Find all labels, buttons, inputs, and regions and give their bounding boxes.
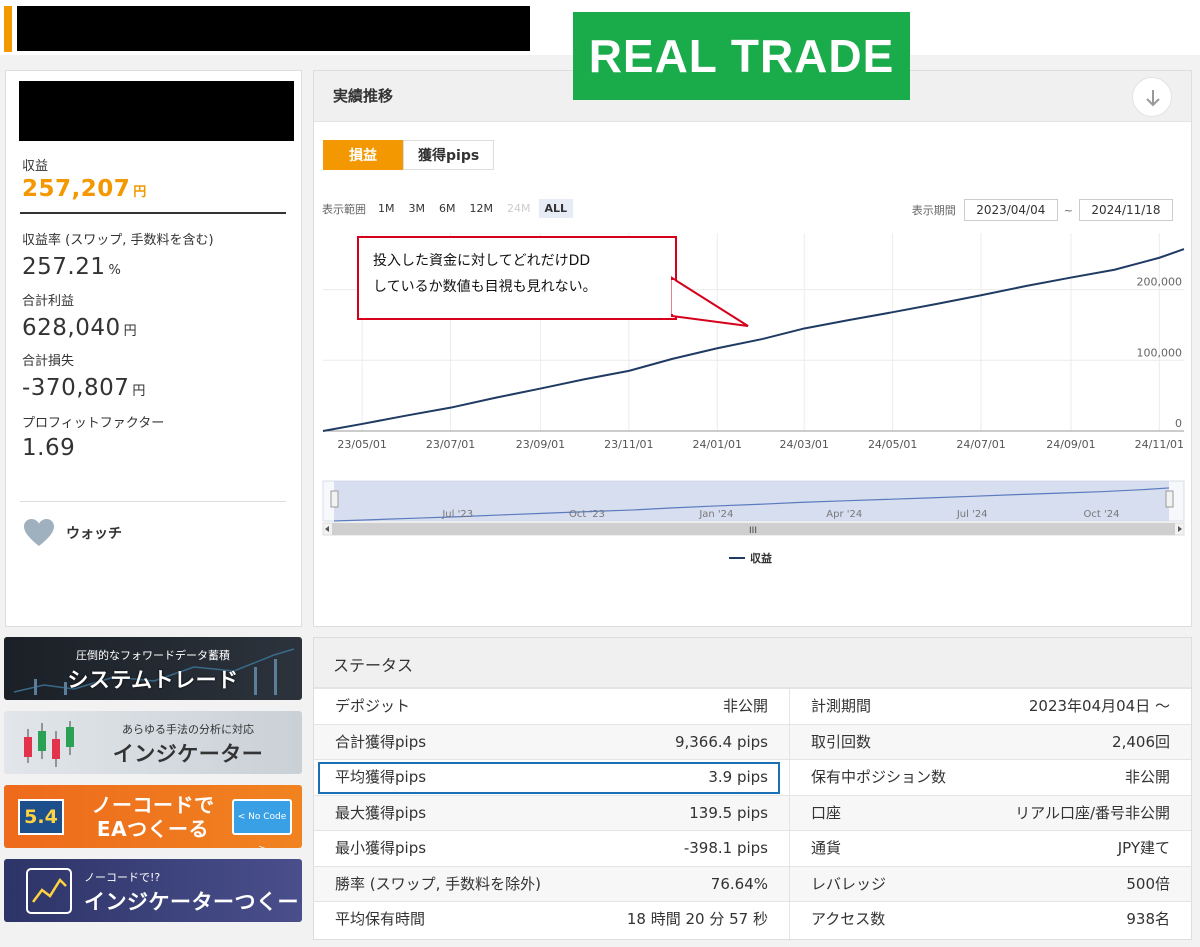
- x-tick-label: 23/11/01: [604, 438, 653, 451]
- highlight-box: [318, 762, 780, 794]
- banner-big-text: システムトレード: [67, 668, 239, 692]
- y-tick-label: 200,000: [1137, 276, 1183, 289]
- status-row: 最大獲得pips 139.5 pips 口座 リアル口座/番号非公開: [314, 794, 1191, 830]
- status-value: 2,406回: [1112, 732, 1170, 751]
- status-value: -398.1 pips: [683, 839, 768, 857]
- panel-title: ステータス: [333, 656, 414, 675]
- heart-icon: [24, 519, 54, 546]
- status-panel: ステータス デポジット 非公開 計測期間 2023年04月04日 ～合計獲得pips 9…: [313, 637, 1192, 941]
- navigator-label: Oct '23: [569, 509, 605, 520]
- y-tick-label: 100,000: [1137, 346, 1183, 359]
- stat-value-total-profit: 628,040 円: [22, 315, 138, 341]
- stat-label-total-loss: 合計損失: [22, 354, 75, 369]
- stat-value-profit-factor: 1.69: [22, 435, 76, 461]
- status-key: 最小獲得pips: [335, 839, 427, 857]
- banner-indicator-tsukuru[interactable]: ノーコードで!? インジケーターつくーる: [4, 859, 302, 922]
- x-tick-label: 23/05/01: [337, 438, 386, 451]
- navigator-label: Apr '24: [826, 509, 862, 520]
- status-row: 最小獲得pips -398.1 pips 通貨 JPY建て: [314, 830, 1191, 865]
- status-key: 保有中ポジション数: [811, 768, 947, 786]
- status-key: 口座: [811, 803, 842, 822]
- x-tick-label: 23/09/01: [516, 438, 565, 451]
- banner-big-text: インジケーターつくーる: [84, 890, 299, 922]
- divider: [20, 212, 286, 214]
- x-tick-label: 23/07/01: [426, 438, 475, 451]
- navigator-label: Oct '24: [1084, 509, 1120, 520]
- y-tick-label: 0: [1175, 417, 1182, 430]
- x-tick-label: 24/01/01: [693, 438, 742, 451]
- banner-ea-tsukuru[interactable]: 5.4 ノーコードでEAつくーる < No Code >: [4, 785, 302, 848]
- annotation-callout: 投入した資金に対してどれだけDD しているか数値も目視も見れない。: [357, 236, 677, 320]
- status-row: 勝率 (スワップ, 手数料を除外) 76.64% レバレッジ 500倍: [314, 865, 1191, 901]
- stat-label-profit-factor: プロフィットファクター: [22, 416, 165, 431]
- navigator-handle: [1165, 490, 1174, 508]
- x-tick-label: 24/05/01: [868, 438, 917, 451]
- status-key: デポジット: [335, 697, 411, 715]
- status-value: リアル口座/番号非公開: [1015, 803, 1170, 822]
- status-key: 合計獲得pips: [335, 732, 427, 751]
- status-key: 計測期間: [811, 697, 872, 715]
- profit-line-chart: 0 100,000 200,000 23/05/01 23/07/01 23/09/01 2…: [322, 233, 1185, 565]
- stat-label-return-rate: 収益率 (スワップ, 手数料を含む): [22, 233, 214, 248]
- navigator-label: Jul '24: [956, 509, 988, 520]
- status-key: 最大獲得pips: [335, 803, 427, 822]
- x-tick-label: 24/11/01: [1135, 438, 1184, 451]
- callout-line-1: 投入した資金に対してどれだけDD: [373, 253, 591, 269]
- status-value: 139.5 pips: [689, 803, 768, 822]
- x-tick-label: 24/03/01: [780, 438, 829, 451]
- stat-label-total-profit: 合計利益: [22, 294, 75, 309]
- scrollbar-grip: III: [749, 526, 757, 536]
- status-value: 非公開: [1124, 768, 1170, 786]
- navigator-handle: [330, 490, 339, 508]
- navigator-label: Jul '23: [441, 509, 473, 520]
- status-value: 18 時間 20 分 57 秒: [626, 910, 768, 928]
- panel-header: ステータス: [314, 638, 1191, 688]
- status-key: 取引回数: [811, 732, 872, 751]
- redacted-system-name: [19, 81, 294, 141]
- stat-value-total-loss: -370,807 円: [22, 375, 146, 401]
- no-code-icon: < No Code >: [232, 799, 292, 848]
- stat-value-return-rate: 257.21%: [22, 254, 122, 280]
- column-divider: [789, 688, 790, 941]
- banner-small-text: 圧倒的なフォワードデータ蓄積: [76, 649, 230, 662]
- stat-label-profit: 収益: [22, 159, 49, 174]
- status-value: 2023年04月04日 ～: [1028, 697, 1170, 715]
- banner-big-text: インジケーター: [112, 742, 264, 766]
- x-tick-label: 24/09/01: [1046, 438, 1095, 451]
- watch-label: ウォッチ: [66, 526, 122, 542]
- banner-small-text: ノーコードで!?: [84, 871, 161, 884]
- status-key: 勝率 (スワップ, 手数料を除外): [335, 874, 542, 893]
- banner-indicator[interactable]: あらゆる手法の分析に対応 インジケーター: [4, 711, 302, 774]
- banner-system-trade[interactable]: 圧倒的なフォワードデータ蓄積 システムトレード: [4, 637, 302, 700]
- navigator-label: Jan '24: [698, 509, 733, 520]
- banner-big-text: ノーコードで EAつくーる: [91, 793, 215, 841]
- status-key: 平均保有時間: [335, 910, 426, 928]
- status-row: 平均保有時間 18 時間 20 分 57 秒 アクセス数 938名: [314, 901, 1191, 936]
- summary-panel: 収益 257,207 円 収益率 (スワップ, 手数料を含む) 257.21% 合…: [5, 70, 302, 627]
- status-value: 9,366.4 pips: [674, 732, 768, 751]
- status-key: アクセス数: [811, 910, 886, 928]
- redacted-title: [17, 6, 530, 51]
- status-value: 500倍: [1126, 874, 1170, 893]
- title-accent: [4, 6, 12, 52]
- watch-button[interactable]: ウォッチ: [24, 518, 122, 548]
- status-row: デポジット 非公開 計測期間 2023年04月04日 ～: [314, 688, 1191, 723]
- status-row: 合計獲得pips 9,366.4 pips 取引回数 2,406回: [314, 723, 1191, 759]
- status-key: 通貨: [811, 839, 842, 857]
- status-value: 938名: [1126, 910, 1170, 928]
- divider: [20, 501, 286, 502]
- x-tick-label: 24/07/01: [956, 438, 1005, 451]
- status-value: JPY建て: [1117, 839, 1170, 857]
- status-value: 非公開: [722, 697, 768, 715]
- stat-value-profit: 257,207 円: [22, 176, 147, 202]
- banner-small-text: あらゆる手法の分析に対応: [122, 723, 254, 736]
- callout-line-2: しているか数値も目視も見れない。: [373, 279, 597, 295]
- status-key: レバレッジ: [811, 874, 887, 893]
- performance-panel: 実績推移 損益 獲得pips 表示範囲 1M 3M 6M 12M 24M ALL…: [313, 70, 1192, 627]
- status-value: 76.64%: [710, 874, 768, 893]
- real-trade-badge: REAL TRADE: [573, 12, 910, 100]
- legend-label: 収益: [750, 551, 772, 565]
